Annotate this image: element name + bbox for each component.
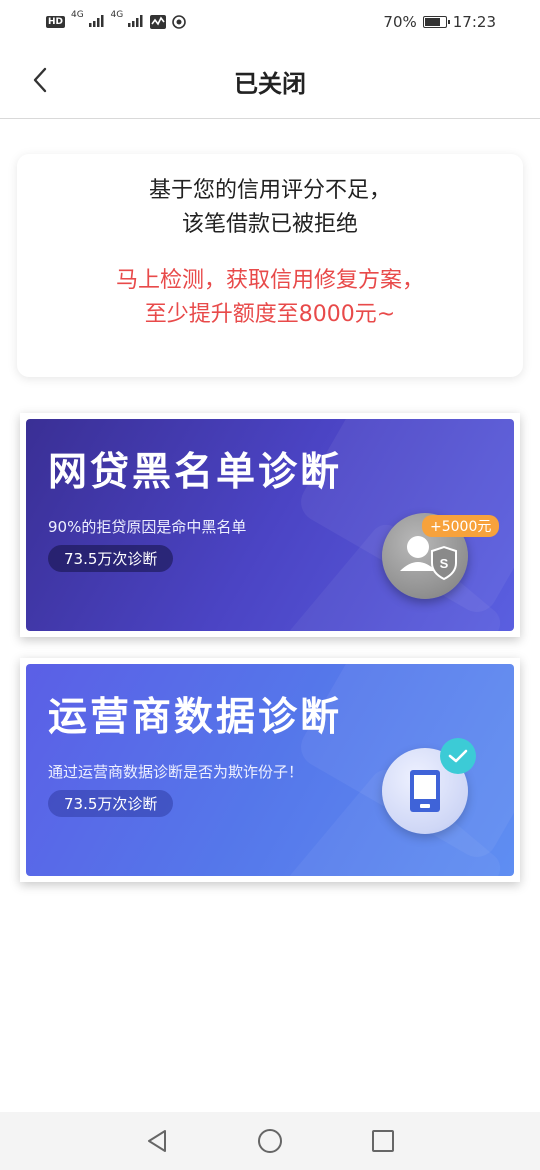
- back-button[interactable]: [22, 62, 58, 98]
- svg-text:S: S: [440, 556, 449, 571]
- clock: 17:23: [452, 13, 496, 31]
- diagnosis-count-pill: 73.5万次诊断: [48, 545, 174, 572]
- chevron-left-icon: [33, 67, 47, 93]
- signal-bars-1: [88, 15, 103, 27]
- status-bar: HD 4G 4G 70% 17:23: [0, 0, 540, 44]
- signal-icon-1: 4G: [71, 10, 104, 31]
- promo-message: 马上检测，获取信用修复方案， 至少提升额度至8000元~: [17, 264, 523, 332]
- rejection-notice-card: 基于您的信用评分不足， 该笔借款已被拒绝 马上检测，获取信用修复方案， 至少提升…: [17, 154, 523, 377]
- signal-icon-2: 4G: [110, 10, 144, 31]
- network-type-2: 4G: [110, 10, 124, 20]
- triangle-back-icon: [147, 1130, 166, 1152]
- carrier-diagnosis-card[interactable]: 运营商数据诊断 通过运营商数据诊断是否为欺诈份子！ 73.5万次诊断: [20, 658, 520, 882]
- card-title: 运营商数据诊断: [48, 695, 343, 740]
- promo-line-1: 马上检测，获取信用修复方案，: [115, 268, 424, 293]
- hd-badge: HD: [46, 16, 66, 28]
- nav-back-button[interactable]: [142, 1126, 172, 1156]
- rejection-line-1: 基于您的信用评分不足，: [148, 178, 391, 203]
- carrier-diagnosis-banner: 运营商数据诊断 通过运营商数据诊断是否为欺诈份子！ 73.5万次诊断: [26, 664, 514, 876]
- status-right: 70% 17:23: [383, 13, 496, 31]
- card-description: 通过运营商数据诊断是否为欺诈份子！: [48, 763, 304, 781]
- circle-home-icon: [257, 1129, 282, 1153]
- diagnosis-count-pill: 73.5万次诊断: [48, 790, 174, 817]
- rejection-message: 基于您的信用评分不足， 该笔借款已被拒绝: [17, 174, 523, 242]
- check-icon: [440, 738, 476, 774]
- battery-icon: [422, 16, 450, 28]
- rejection-line-2: 该笔借款已被拒绝: [181, 212, 358, 237]
- nav-home-button[interactable]: [255, 1126, 285, 1156]
- card-title: 网贷黑名单诊断: [48, 450, 343, 495]
- status-left: HD 4G 4G: [46, 10, 186, 31]
- bonus-badge: +5000元: [422, 515, 500, 537]
- nav-recents-button[interactable]: [368, 1126, 398, 1156]
- system-nav-bar: [0, 1112, 540, 1170]
- network-type-1: 4G: [71, 10, 84, 20]
- page-title: 已关闭: [234, 69, 306, 98]
- square-recents-icon: [372, 1130, 395, 1152]
- blacklist-diagnosis-banner: 网贷黑名单诊断 90%的拒贷原因是命中黑名单 73.5万次诊断 S +5000元: [26, 419, 514, 631]
- checkmark-icon: [448, 749, 468, 763]
- promo-line-2: 至少提升额度至8000元~: [144, 302, 396, 327]
- app-notification-icon: [172, 15, 186, 29]
- activity-icon: [149, 15, 166, 29]
- card-description: 90%的拒贷原因是命中黑名单: [48, 518, 247, 536]
- signal-bars-2: [127, 15, 143, 27]
- header: 已关闭: [0, 44, 540, 119]
- blacklist-diagnosis-card[interactable]: 网贷黑名单诊断 90%的拒贷原因是命中黑名单 73.5万次诊断 S +5000元: [20, 413, 520, 637]
- battery-percent: 70%: [383, 13, 417, 31]
